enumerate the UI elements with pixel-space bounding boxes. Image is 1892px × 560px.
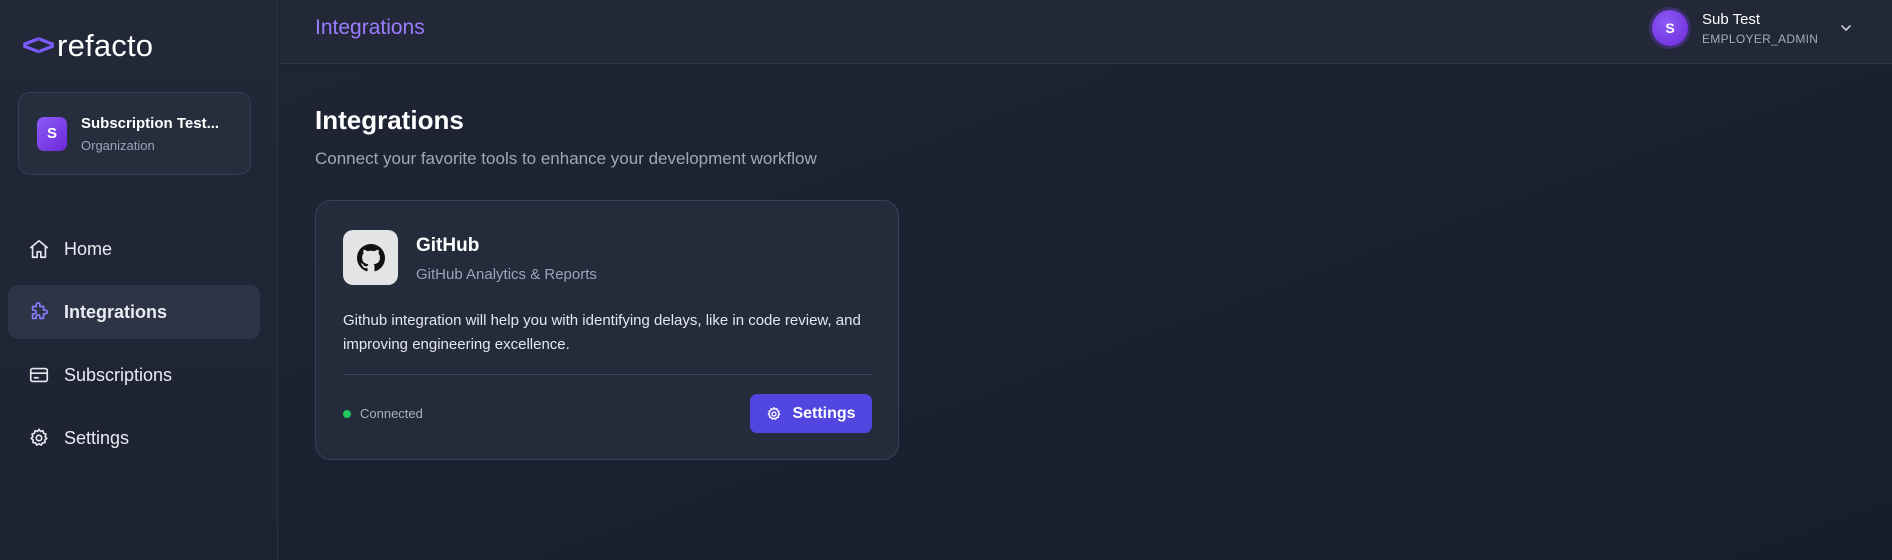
app-root: <> refacto S Subscription Test... Organi… (0, 0, 1892, 560)
puzzle-icon (28, 301, 50, 323)
org-avatar: S (37, 116, 67, 151)
github-icon (343, 230, 398, 285)
sidebar-nav: Home Integrations Subscriptions Settings (8, 222, 260, 474)
integration-settings-button[interactable]: Settings (750, 394, 872, 433)
user-info: Sub Test EMPLOYER_ADMIN (1702, 11, 1818, 46)
main-content: Integrations Connect your favorite tools… (279, 65, 1892, 560)
organization-switcher[interactable]: S Subscription Test... Organization (18, 92, 251, 175)
sidebar-item-settings[interactable]: Settings (8, 411, 260, 465)
integration-subtitle: GitHub Analytics & Reports (416, 266, 597, 283)
org-role: Organization (81, 137, 155, 153)
sidebar-item-label: Integrations (64, 301, 168, 322)
org-name: Subscription Test... (81, 114, 220, 132)
sidebar-item-label: Home (64, 238, 113, 259)
integration-card-github: GitHub GitHub Analytics & Reports Github… (315, 200, 899, 460)
home-icon (28, 238, 50, 260)
code-brackets-icon: <> (22, 28, 55, 62)
status-badge: Connected (343, 406, 423, 421)
integration-name: GitHub (416, 235, 480, 256)
page-title: Integrations (315, 105, 464, 135)
sidebar-item-label: Subscriptions (64, 364, 173, 385)
sidebar-item-label: Settings (64, 427, 130, 448)
user-name: Sub Test (1702, 10, 1761, 28)
top-bar: Integrations S Sub Test EMPLOYER_ADMIN (279, 0, 1892, 64)
avatar: S (1652, 10, 1688, 46)
page-header-title: Integrations (315, 16, 425, 39)
sidebar-item-integrations[interactable]: Integrations (8, 285, 260, 339)
integration-description: Github integration will help you with id… (343, 312, 861, 353)
user-role: EMPLOYER_ADMIN (1702, 31, 1819, 46)
divider (343, 374, 873, 375)
sidebar: <> refacto S Subscription Test... Organi… (0, 0, 278, 560)
org-info: Subscription Test... Organization (81, 115, 219, 153)
brand-logo[interactable]: <> refacto (22, 30, 153, 61)
credit-card-icon (28, 364, 50, 386)
chevron-down-icon[interactable] (1838, 20, 1854, 36)
status-dot-icon (343, 409, 351, 418)
page-subtitle: Connect your favorite tools to enhance y… (315, 149, 817, 168)
sidebar-item-home[interactable]: Home (8, 222, 260, 276)
status-label: Connected (360, 406, 423, 421)
gear-icon (768, 406, 781, 420)
sidebar-item-subscriptions[interactable]: Subscriptions (8, 348, 260, 402)
user-menu[interactable]: S Sub Test EMPLOYER_ADMIN (1652, 10, 1854, 46)
settings-button-label: Settings (792, 404, 856, 422)
gear-icon (28, 427, 50, 449)
brand-name: refacto (57, 28, 154, 63)
